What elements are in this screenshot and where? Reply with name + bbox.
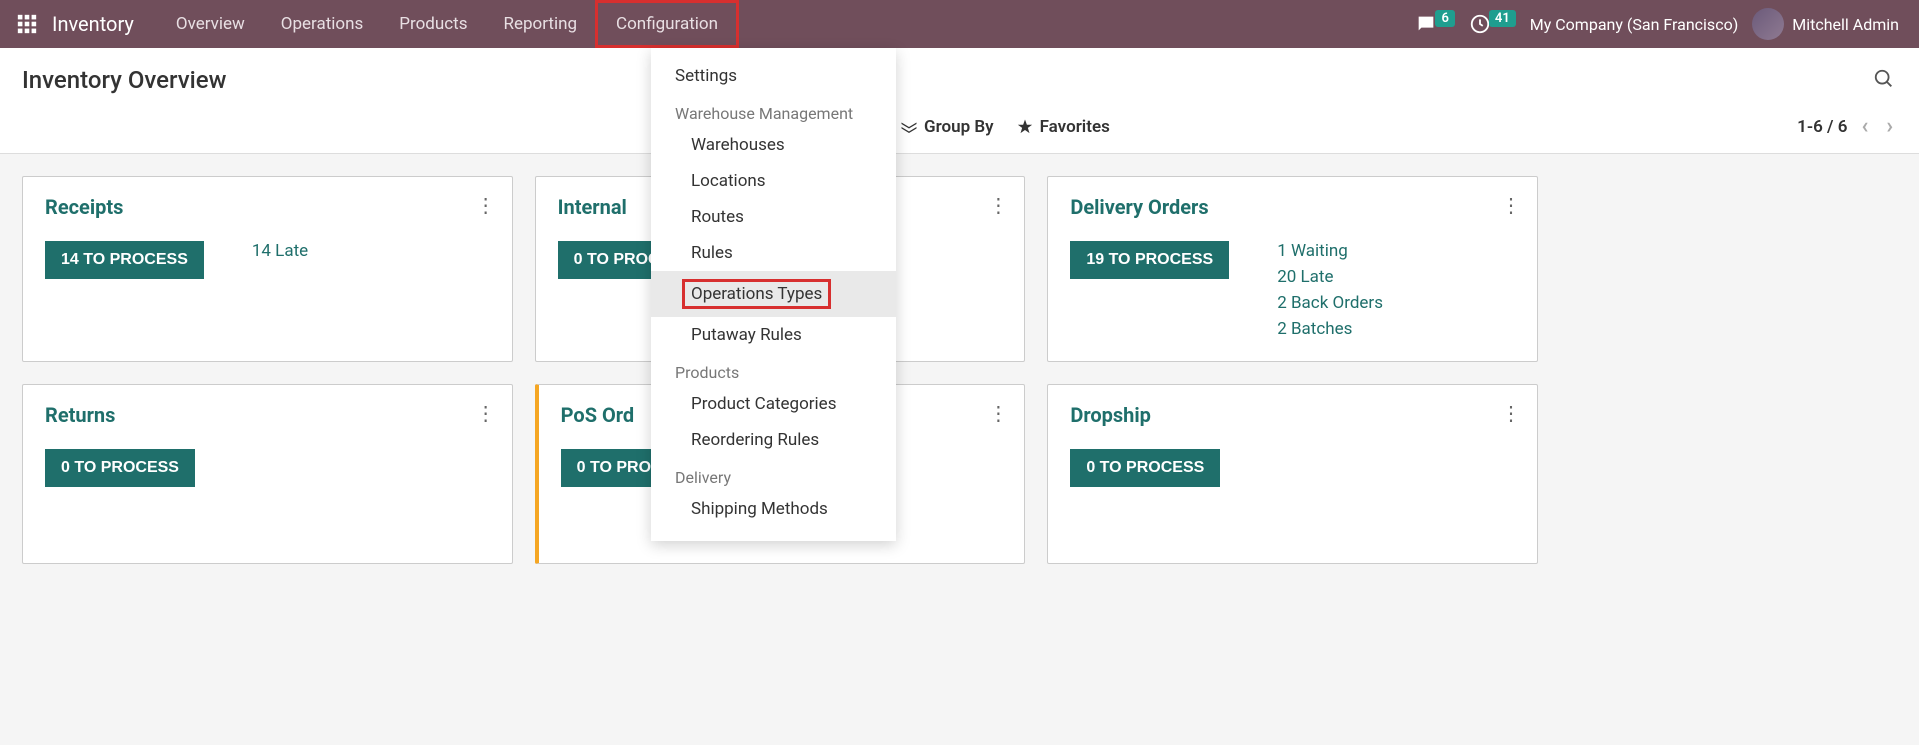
username: Mitchell Admin — [1792, 15, 1899, 34]
favorites-button[interactable]: Favorites — [1016, 117, 1110, 137]
card-link[interactable]: 20 Late — [1277, 267, 1383, 287]
card-dropship[interactable]: ⋮ Dropship 0 TO PROCESS — [1047, 384, 1538, 564]
dd-item-shipping-methods[interactable]: Shipping Methods — [651, 491, 896, 527]
card-receipts[interactable]: ⋮ Receipts 14 TO PROCESS 14 Late — [22, 176, 513, 362]
card-menu-icon[interactable]: ⋮ — [1501, 193, 1521, 217]
card-link[interactable]: 2 Batches — [1277, 319, 1383, 339]
groupby-label: Group By — [924, 117, 994, 137]
dd-item-putaway-rules[interactable]: Putaway Rules — [651, 317, 896, 353]
messages-icon[interactable]: 6 — [1415, 13, 1454, 35]
pager-prev-icon[interactable]: ‹ — [1857, 114, 1872, 139]
nav-item-configuration[interactable]: Configuration — [595, 0, 739, 48]
card-menu-icon[interactable]: ⋮ — [988, 193, 1008, 217]
card-title: Delivery Orders — [1070, 195, 1515, 219]
card-delivery-orders[interactable]: ⋮ Delivery Orders 19 TO PROCESS 1 Waitin… — [1047, 176, 1538, 362]
card-link[interactable]: 1 Waiting — [1277, 241, 1383, 261]
dd-item-operations-types[interactable]: Operations Types — [651, 271, 896, 317]
card-menu-icon[interactable]: ⋮ — [476, 193, 496, 217]
page-title: Inventory Overview — [22, 66, 1897, 94]
card-menu-icon[interactable]: ⋮ — [1501, 401, 1521, 425]
process-button[interactable]: 0 TO PROCESS — [45, 449, 195, 487]
activities-badge: 41 — [1489, 10, 1516, 27]
card-title: Receipts — [45, 195, 490, 219]
pager: 1-6 / 6 ‹ › — [1797, 114, 1897, 139]
dd-header-delivery: Delivery — [651, 458, 896, 491]
messages-badge: 6 — [1435, 10, 1454, 27]
dd-header-products: Products — [651, 353, 896, 386]
nav-items: Overview Operations Products Reporting C… — [158, 0, 739, 48]
nav-item-overview[interactable]: Overview — [158, 0, 263, 48]
topnav-right: 6 41 My Company (San Francisco) Mitchell… — [1415, 8, 1911, 40]
dd-highlight-box: Operations Types — [682, 279, 831, 309]
card-link[interactable]: 14 Late — [252, 241, 308, 261]
search-icon[interactable] — [1873, 68, 1895, 94]
dd-item-routes[interactable]: Routes — [651, 199, 896, 235]
configuration-dropdown: Settings Warehouse Management Warehouses… — [651, 48, 896, 541]
user-menu[interactable]: Mitchell Admin — [1752, 8, 1899, 40]
apps-icon[interactable] — [8, 5, 46, 43]
nav-item-operations[interactable]: Operations — [263, 0, 382, 48]
toolbar-row: Group By Favorites 1-6 / 6 ‹ › — [22, 114, 1897, 139]
dd-item-reordering-rules[interactable]: Reordering Rules — [651, 422, 896, 458]
card-link[interactable]: 2 Back Orders — [1277, 293, 1383, 313]
card-menu-icon[interactable]: ⋮ — [476, 401, 496, 425]
dd-header-warehouse: Warehouse Management — [651, 94, 896, 127]
process-button[interactable]: 14 TO PROCESS — [45, 241, 204, 279]
dd-item-settings[interactable]: Settings — [651, 58, 896, 94]
card-title: Dropship — [1070, 403, 1515, 427]
dd-item-locations[interactable]: Locations — [651, 163, 896, 199]
process-button[interactable]: 0 TO PROCESS — [1070, 449, 1220, 487]
activities-icon[interactable]: 41 — [1469, 13, 1516, 35]
nav-item-reporting[interactable]: Reporting — [486, 0, 596, 48]
card-menu-icon[interactable]: ⋮ — [988, 401, 1008, 425]
favorites-label: Favorites — [1040, 117, 1110, 137]
dd-item-warehouses[interactable]: Warehouses — [651, 127, 896, 163]
pager-text: 1-6 / 6 — [1797, 117, 1847, 137]
card-returns[interactable]: ⋮ Returns 0 TO PROCESS — [22, 384, 513, 564]
nav-item-products[interactable]: Products — [381, 0, 485, 48]
dd-item-product-categories[interactable]: Product Categories — [651, 386, 896, 422]
process-button[interactable]: 19 TO PROCESS — [1070, 241, 1229, 279]
company-selector[interactable]: My Company (San Francisco) — [1530, 15, 1739, 34]
top-navbar: Inventory Overview Operations Products R… — [0, 0, 1919, 48]
control-panel: Inventory Overview Group By Favorites 1-… — [0, 48, 1919, 154]
card-title: Returns — [45, 403, 490, 427]
pager-next-icon[interactable]: › — [1882, 114, 1897, 139]
groupby-button[interactable]: Group By — [900, 117, 994, 137]
app-brand[interactable]: Inventory — [52, 12, 134, 36]
avatar — [1752, 8, 1784, 40]
dd-item-rules[interactable]: Rules — [651, 235, 896, 271]
